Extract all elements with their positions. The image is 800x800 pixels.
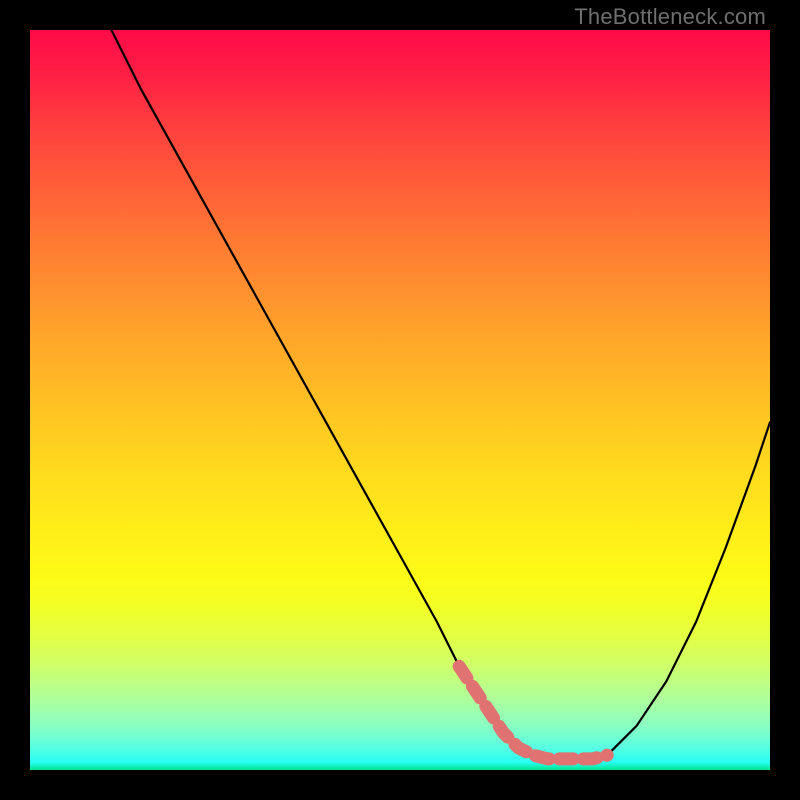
sweet-spot-highlight: [459, 666, 607, 759]
bottleneck-curve: [111, 30, 770, 759]
plot-area: [30, 30, 770, 770]
watermark-label: TheBottleneck.com: [574, 4, 766, 30]
curve-group: [111, 30, 770, 759]
chart-frame: TheBottleneck.com: [0, 0, 800, 800]
chart-overlay: [30, 30, 770, 770]
